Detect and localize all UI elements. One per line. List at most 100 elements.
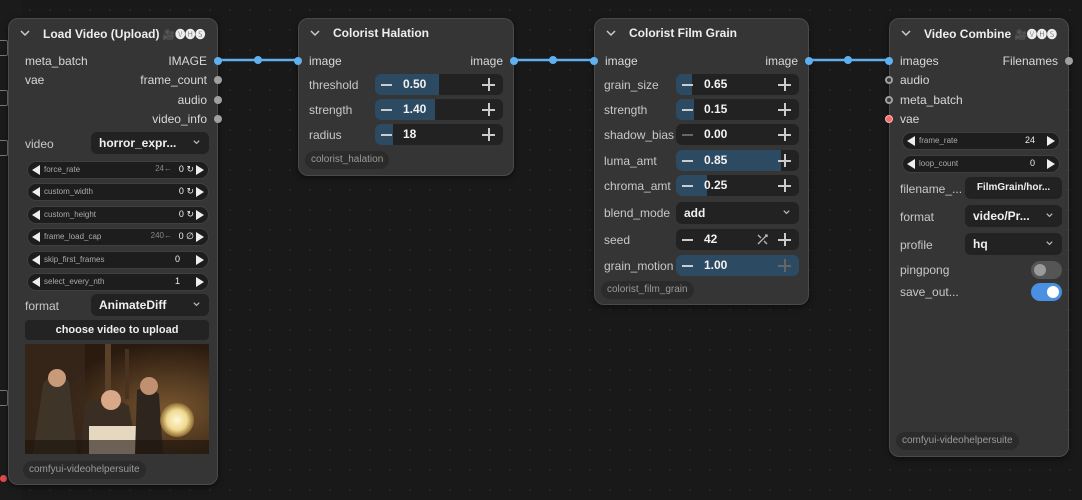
arrow-left-icon[interactable] [32,187,40,197]
arrow-left-icon[interactable] [32,232,40,242]
profile-select[interactable]: hq [965,233,1062,255]
plus-icon[interactable] [778,154,791,167]
loop-count-widget[interactable]: loop_count 0 [902,155,1060,173]
frame-rate-widget[interactable]: frame_rate 24 [902,132,1060,150]
minus-icon[interactable] [682,109,693,111]
chevron-down-icon[interactable] [605,27,617,39]
randomize-seed-icon[interactable] [756,233,769,246]
arrow-left-icon[interactable] [907,136,915,146]
input-audio[interactable]: audio [900,71,929,89]
chroma-amt-input[interactable]: 0.25 [676,175,799,196]
arrow-right-icon[interactable] [196,255,204,265]
output-filenames[interactable]: Filenames [1003,52,1058,70]
custom-width-widget[interactable]: custom_width 0 ↻ [27,183,209,201]
minus-icon[interactable] [682,134,693,136]
plus-icon[interactable] [778,103,791,116]
radius-input[interactable]: 18 [375,124,503,145]
plus-icon[interactable] [482,103,495,116]
input-slot[interactable] [885,76,893,84]
arrow-left-icon[interactable] [32,277,40,287]
format-select[interactable]: AnimateDiff [91,294,209,316]
minus-icon[interactable] [682,160,693,162]
output-slot[interactable] [214,76,222,84]
plus-icon[interactable] [778,179,791,192]
plus-icon[interactable] [482,128,495,141]
strength-input[interactable]: 1.40 [375,99,503,120]
chevron-down-icon[interactable] [309,27,321,39]
threshold-input[interactable]: 0.50 [375,74,503,95]
video-select[interactable]: horror_expr... [91,132,209,154]
input-slot[interactable] [885,57,893,65]
minus-icon[interactable] [682,265,693,267]
minus-icon[interactable] [381,109,392,111]
custom-height-widget[interactable]: custom_height 0 ↻ [27,206,209,224]
load-video-node[interactable]: Load Video (Upload) 🎥🅥🅗🅢 meta_batch vae … [8,18,222,485]
format-select[interactable]: video/Pr... [965,205,1062,227]
force-rate-widget[interactable]: force_rate 24← 0 ↻ [27,161,209,179]
filename-prefix-input[interactable]: FilmGrain/hor... [965,177,1062,199]
plus-icon[interactable] [778,233,791,246]
frame-load-cap-widget[interactable]: frame_load_cap 240← 0 ∅ [27,228,209,246]
pingpong-toggle[interactable] [1031,261,1062,279]
arrow-right-icon[interactable] [196,210,204,220]
input-image[interactable]: image [309,52,342,70]
grain-size-input[interactable]: 0.65 [676,74,799,95]
output-image[interactable]: image [470,52,503,70]
output-slot[interactable] [1065,57,1073,65]
plus-icon[interactable] [778,259,791,272]
arrow-left-icon[interactable] [907,159,915,169]
select-every-nth-widget[interactable]: select_every_nth 1 [27,273,209,291]
plus-icon[interactable] [778,78,791,91]
video-combine-node[interactable]: Video Combine 🎥🅥🅗🅢 images audio meta_bat… [885,18,1073,457]
sidebar-icon[interactable] [0,140,8,156]
output-slot[interactable] [805,57,813,65]
minus-icon[interactable] [381,134,392,136]
upload-button[interactable]: choose video to upload [25,320,209,340]
shadow-bias-input[interactable]: 0.00 [676,124,799,145]
sidebar-icon[interactable] [0,40,8,56]
output-audio[interactable]: audio [178,91,207,109]
colorist-film-grain-node[interactable]: Colorist Film Grain image image grain_si… [590,18,813,305]
output-image[interactable]: IMAGE [168,52,207,70]
sidebar-icon[interactable] [0,90,8,106]
arrow-right-icon[interactable] [196,165,204,175]
output-slot[interactable] [510,57,518,65]
chevron-down-icon[interactable] [19,27,31,39]
minus-icon[interactable] [381,84,392,86]
arrow-left-icon[interactable] [32,210,40,220]
arrow-left-icon[interactable] [32,165,40,175]
input-meta-batch[interactable]: meta_batch [25,52,88,70]
sidebar-icon[interactable] [0,390,8,406]
output-image[interactable]: image [765,52,798,70]
plus-icon[interactable] [482,78,495,91]
output-slot[interactable] [214,57,222,65]
luma-amt-input[interactable]: 0.85 [676,150,799,171]
colorist-halation-node[interactable]: Colorist Halation image image threshold … [294,18,518,176]
arrow-right-icon[interactable] [196,277,204,287]
output-video-info[interactable]: video_info [152,110,207,128]
grain-motion-input[interactable]: 1.00 [676,255,799,276]
arrow-right-icon[interactable] [196,187,204,197]
skip-first-frames-widget[interactable]: skip_first_frames 0 [27,251,209,269]
input-vae[interactable]: vae [25,71,44,89]
input-meta-batch[interactable]: meta_batch [900,91,963,109]
seed-input[interactable]: 42 [676,229,799,250]
plus-icon[interactable] [778,128,791,141]
output-frame-count[interactable]: frame_count [140,71,207,89]
arrow-left-icon[interactable] [32,255,40,265]
blend-mode-select[interactable]: add [676,202,799,224]
input-vae[interactable]: vae [900,110,919,128]
input-slot[interactable] [885,115,893,123]
input-image[interactable]: image [605,52,638,70]
output-slot[interactable] [214,96,222,104]
input-slot[interactable] [885,96,893,104]
arrow-right-icon[interactable] [1047,136,1055,146]
save-output-toggle[interactable] [1031,283,1062,301]
input-images[interactable]: images [900,52,939,70]
minus-icon[interactable] [682,185,693,187]
arrow-right-icon[interactable] [1047,159,1055,169]
input-slot[interactable] [294,57,302,65]
input-slot[interactable] [590,57,598,65]
output-slot[interactable] [214,115,222,123]
arrow-right-icon[interactable] [196,232,204,242]
